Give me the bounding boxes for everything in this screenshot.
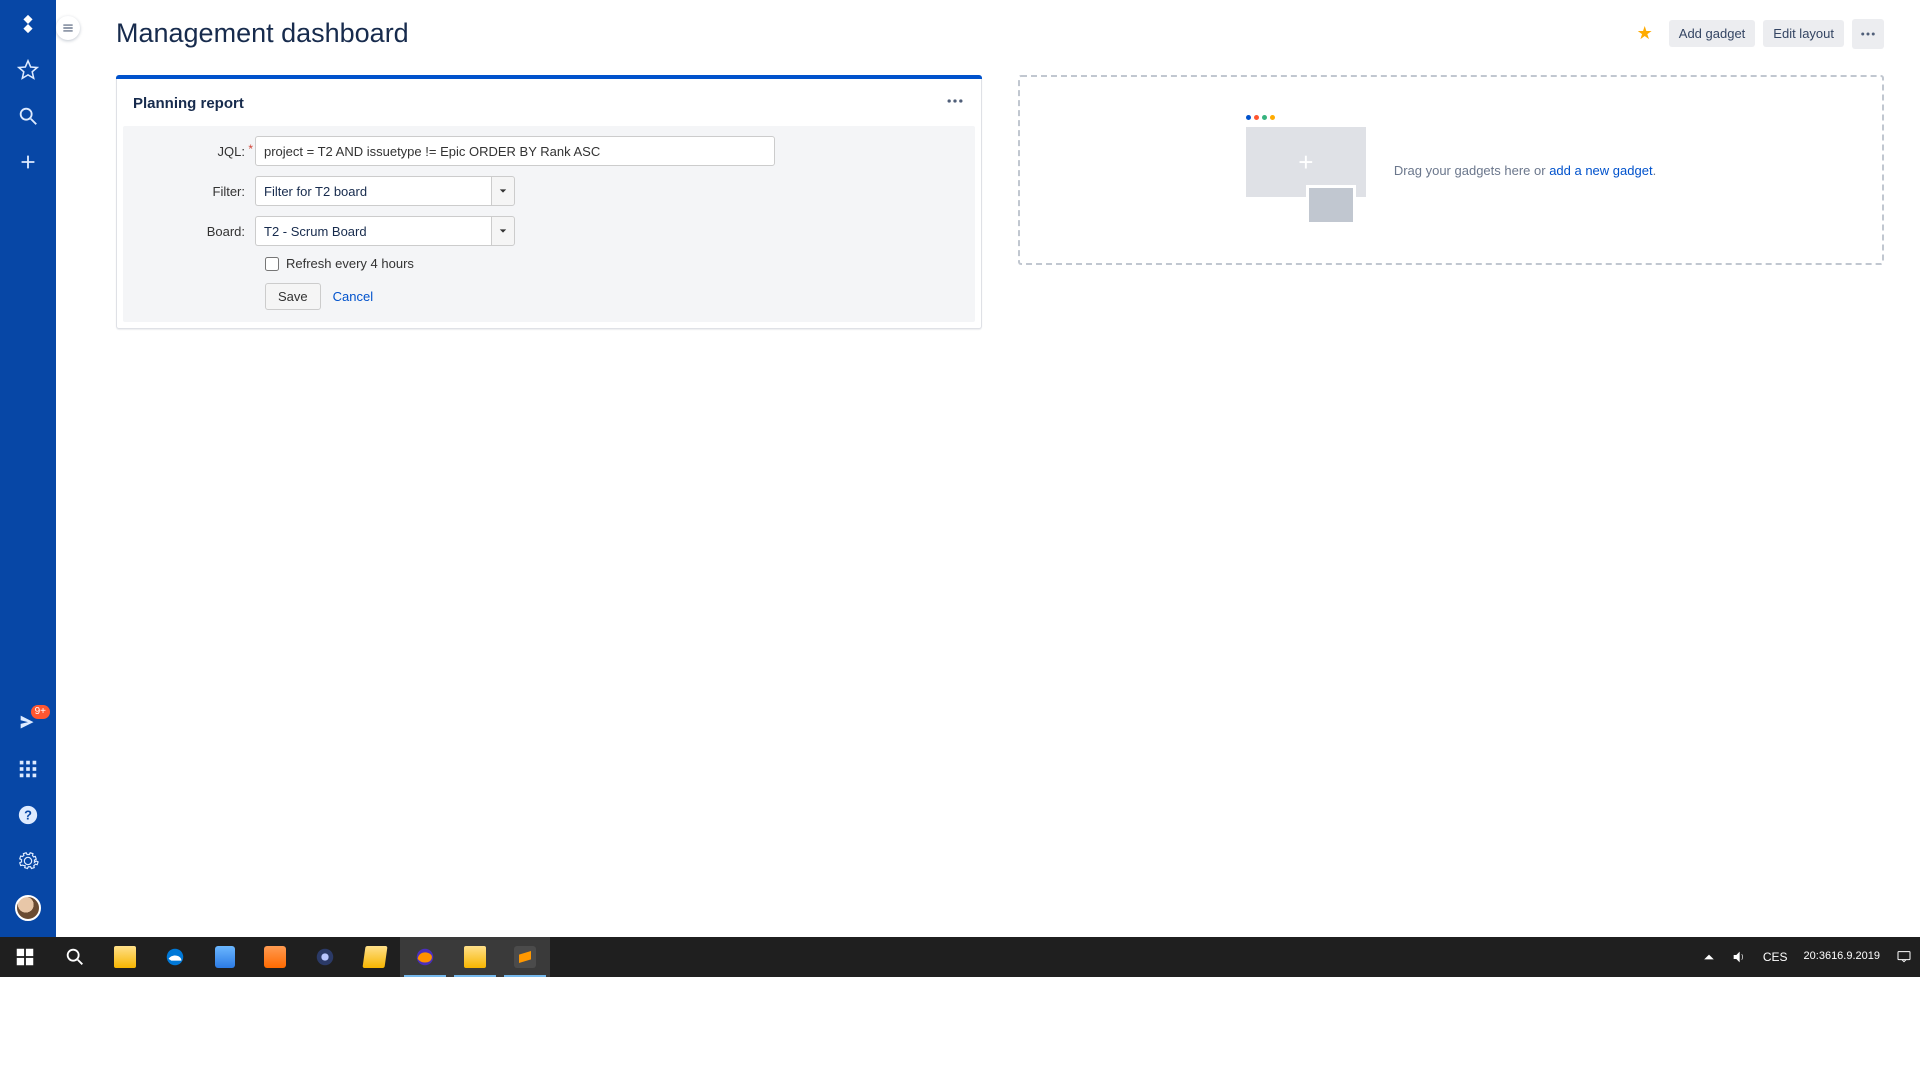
app-icon	[215, 946, 235, 968]
folder-icon	[114, 946, 136, 968]
taskbar-app-4[interactable]	[350, 937, 400, 977]
search-icon[interactable]	[16, 104, 40, 128]
windows-taskbar: CES 20:36 16.9.2019	[0, 937, 1920, 977]
gadget-title: Planning report	[133, 95, 244, 112]
taskbar-sublime[interactable]	[500, 937, 550, 977]
taskbar-app-1[interactable]	[200, 937, 250, 977]
avatar[interactable]	[15, 895, 41, 921]
filter-label: Filter:	[135, 184, 255, 199]
refresh-checkbox-row[interactable]: Refresh every 4 hours	[135, 256, 963, 271]
edit-layout-button[interactable]: Edit layout	[1763, 20, 1844, 47]
board-select-toggle[interactable]	[491, 216, 515, 246]
chevron-down-icon	[499, 187, 507, 195]
star-icon[interactable]	[16, 58, 40, 82]
favorite-star-icon[interactable]: ★	[1637, 23, 1653, 44]
tray-chevron[interactable]	[1695, 937, 1723, 977]
taskbar-explorer[interactable]	[100, 937, 150, 977]
sublime-icon	[514, 946, 536, 968]
jql-input[interactable]	[255, 136, 775, 166]
notifications-icon[interactable]: 9+	[16, 711, 40, 735]
tray-action-center[interactable]	[1888, 937, 1920, 977]
notification-badge: 9+	[31, 705, 50, 719]
apps-icon[interactable]	[16, 757, 40, 781]
tray-volume[interactable]	[1723, 937, 1755, 977]
more-horizontal-icon	[1859, 25, 1877, 43]
taskbar-app-2[interactable]	[250, 937, 300, 977]
board-select-value: T2 - Scrum Board	[255, 216, 491, 246]
cancel-button[interactable]: Cancel	[333, 289, 373, 304]
search-icon	[64, 946, 86, 968]
board-select[interactable]: T2 - Scrum Board	[255, 216, 515, 246]
chevron-up-icon	[1703, 951, 1715, 963]
help-icon[interactable]: ?	[16, 803, 40, 827]
sidebar-expand-icon[interactable]	[56, 16, 80, 40]
more-horizontal-icon	[945, 91, 965, 111]
notes-icon	[362, 946, 387, 968]
windows-icon	[14, 946, 36, 968]
gadget-dropzone[interactable]: + Drag your gadgets here or add a new ga…	[1018, 75, 1884, 265]
add-gadget-button[interactable]: Add gadget	[1669, 20, 1756, 47]
filter-select-toggle[interactable]	[491, 176, 515, 206]
tray-time: 20:36	[1804, 950, 1832, 963]
edge-icon	[164, 946, 186, 968]
taskbar-firefox[interactable]	[400, 937, 450, 977]
svg-text:?: ?	[24, 808, 32, 823]
taskbar-app-3[interactable]	[300, 937, 350, 977]
save-button[interactable]: Save	[265, 283, 321, 310]
folder-icon	[464, 946, 486, 968]
page-title: Management dashboard	[116, 18, 409, 49]
add-new-gadget-link[interactable]: add a new gadget	[1549, 163, 1652, 178]
taskbar-explorer-2[interactable]	[450, 937, 500, 977]
jql-label: JQL:*	[135, 144, 255, 159]
refresh-label: Refresh every 4 hours	[286, 256, 414, 271]
global-sidebar: 9+ ?	[0, 0, 56, 937]
planning-report-gadget: Planning report JQL:* Filter:	[116, 75, 982, 329]
page-header: Management dashboard ★ Add gadget Edit l…	[116, 18, 1884, 49]
filter-select-value: Filter for T2 board	[255, 176, 491, 206]
taskbar-edge[interactable]	[150, 937, 200, 977]
jira-logo-icon[interactable]	[16, 12, 40, 36]
chevron-down-icon	[499, 227, 507, 235]
tray-date: 16.9.2019	[1831, 950, 1880, 963]
dropzone-text: Drag your gadgets here or add a new gadg…	[1394, 163, 1656, 178]
refresh-checkbox[interactable]	[265, 257, 279, 271]
tray-clock[interactable]: 20:36 16.9.2019	[1796, 937, 1888, 977]
dropzone-illustration: +	[1246, 115, 1366, 225]
volume-icon	[1731, 949, 1747, 965]
tray-language[interactable]: CES	[1755, 937, 1796, 977]
firefox-icon	[414, 946, 436, 968]
settings-icon[interactable]	[16, 849, 40, 873]
letterbox	[0, 977, 1920, 1080]
taskbar-search[interactable]	[50, 937, 100, 977]
more-actions-button[interactable]	[1852, 19, 1884, 49]
app-icon	[264, 946, 286, 968]
board-label: Board:	[135, 224, 255, 239]
gadget-menu-button[interactable]	[945, 91, 965, 116]
start-button[interactable]	[0, 937, 50, 977]
filter-select[interactable]: Filter for T2 board	[255, 176, 515, 206]
app-icon	[314, 946, 336, 968]
plus-icon[interactable]	[16, 150, 40, 174]
action-center-icon	[1896, 949, 1912, 965]
